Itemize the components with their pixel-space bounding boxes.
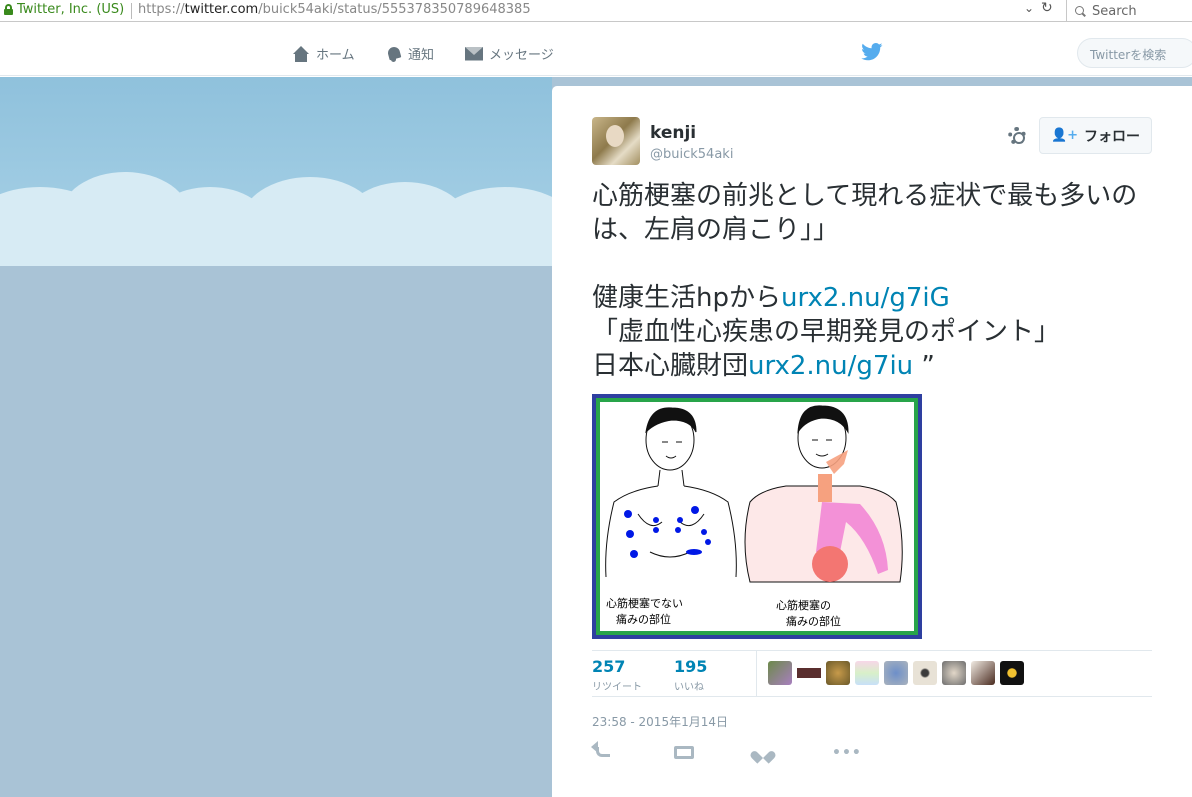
twitter-top-nav: ホーム 通知 メッセージ Twitterを検索: [0, 22, 1192, 76]
person-plus-icon: 👤+: [1050, 128, 1079, 143]
nav-messages[interactable]: メッセージ: [465, 44, 554, 63]
reply-icon: [591, 741, 610, 757]
site-identity[interactable]: Twitter, Inc. (US): [4, 2, 124, 17]
liker-avatar[interactable]: [826, 661, 850, 685]
stats-divider: [756, 651, 757, 697]
avatar[interactable]: [592, 117, 640, 165]
liker-avatar[interactable]: [913, 661, 937, 685]
tweet-stats: 257 リツイート 195 いいね: [592, 650, 1152, 697]
liker-avatar[interactable]: [768, 661, 792, 685]
url-domain: twitter.com: [184, 2, 259, 17]
reload-icon[interactable]: ↻: [1041, 0, 1053, 16]
url-separator: [131, 3, 132, 19]
gear-icon[interactable]: [1008, 127, 1026, 145]
browser-url-bar[interactable]: Twitter, Inc. (US) https://twitter.com/b…: [0, 0, 1192, 22]
chevron-down-icon[interactable]: ⌄: [1024, 1, 1034, 15]
tweet-link-1[interactable]: urx2.nu/g7iG: [781, 283, 950, 313]
tweet-text-line1: 心筋梗塞の前兆として現れる症状で最も多いのは、左肩の肩こり」」: [592, 181, 1138, 245]
envelope-icon: [465, 46, 483, 61]
liker-avatar[interactable]: [884, 661, 908, 685]
tweet-text: 心筋梗塞の前兆として現れる症状で最も多いのは、左肩の肩こり」」 健康生活hpから…: [592, 179, 1162, 383]
tweet-image[interactable]: 心筋梗塞でない 痛みの部位 心筋梗塞の 痛みの部位: [592, 394, 922, 639]
nav-notifications-label: 通知: [408, 48, 435, 63]
url-path: /buick54aki/status/555378350789648385: [258, 2, 531, 17]
user-handle[interactable]: @buick54aki: [650, 147, 733, 162]
tweet-text-line4: 日本心臓財団: [592, 351, 749, 381]
liker-avatar[interactable]: [942, 661, 966, 685]
tweet-text-quote-end: ”: [913, 351, 935, 381]
lock-icon: [4, 4, 13, 15]
tweet-link-2[interactable]: urx2.nu/g7iu: [748, 351, 913, 381]
tweet-actions: •••: [591, 741, 912, 763]
like-button[interactable]: [752, 743, 832, 763]
liker-avatars: [768, 661, 1024, 685]
retweet-button[interactable]: [672, 743, 752, 763]
retweet-label: リツイート: [592, 682, 642, 693]
like-label: いいね: [674, 682, 704, 693]
nav-notifications[interactable]: 通知: [386, 44, 434, 63]
url-text[interactable]: https://twitter.com/buick54aki/status/55…: [138, 2, 531, 17]
site-identity-label: Twitter, Inc. (US): [17, 2, 125, 17]
nav-home[interactable]: ホーム: [292, 44, 355, 63]
bell-icon: [386, 46, 402, 62]
image-frame: 心筋梗塞でない 痛みの部位 心筋梗塞の 痛みの部位: [596, 398, 918, 635]
more-icon: •••: [832, 745, 862, 761]
browser-search-input[interactable]: Search: [1066, 0, 1192, 21]
user-name[interactable]: kenji: [650, 123, 696, 143]
caption-right-line2: 痛みの部位: [786, 615, 841, 628]
search-icon: [1075, 6, 1086, 17]
caption-right: 心筋梗塞の 痛みの部位: [776, 598, 841, 630]
retweet-count[interactable]: 257 リツイート: [592, 657, 642, 693]
profile-header-background: [0, 77, 552, 267]
retweet-number: 257: [592, 657, 626, 676]
twitter-search-input[interactable]: Twitterを検索: [1077, 38, 1192, 68]
nav-home-label: ホーム: [316, 48, 355, 63]
tweet-card: kenji @buick54aki 👤+ フォロー 心筋梗塞の前兆として現れる症…: [552, 86, 1192, 797]
follow-button[interactable]: 👤+ フォロー: [1039, 117, 1152, 154]
illustration: 心筋梗塞でない 痛みの部位 心筋梗塞の 痛みの部位: [600, 402, 914, 631]
caption-left-line1: 心筋梗塞でない: [606, 597, 683, 610]
browser-search-placeholder: Search: [1092, 4, 1137, 19]
liker-avatar[interactable]: [971, 661, 995, 685]
url-prefix: https://: [138, 2, 185, 17]
caption-left-line2: 痛みの部位: [616, 613, 671, 626]
like-number: 195: [674, 657, 708, 676]
like-count[interactable]: 195 いいね: [674, 657, 707, 693]
liker-avatar[interactable]: [855, 661, 879, 685]
page-background: [0, 266, 552, 797]
nav-messages-label: メッセージ: [489, 48, 554, 63]
twitter-bird-icon[interactable]: [861, 43, 883, 61]
caption-left: 心筋梗塞でない 痛みの部位: [606, 596, 683, 628]
tweet-text-line3: 「虚血性心疾患の早期発見のポイント」: [592, 317, 1061, 347]
tweet-text-line2: 健康生活hpから: [592, 283, 781, 313]
retweet-icon: [674, 746, 694, 759]
liker-avatar[interactable]: [1000, 661, 1024, 685]
tweet-timestamp[interactable]: 23:58 - 2015年1月14日: [592, 713, 728, 730]
home-icon: [292, 45, 310, 62]
follow-label: フォロー: [1084, 128, 1141, 145]
caption-right-line1: 心筋梗塞の: [776, 599, 831, 612]
reply-button[interactable]: [591, 741, 672, 763]
liker-avatar[interactable]: [797, 661, 821, 685]
heart-icon: [756, 746, 770, 759]
more-button[interactable]: •••: [832, 743, 912, 763]
